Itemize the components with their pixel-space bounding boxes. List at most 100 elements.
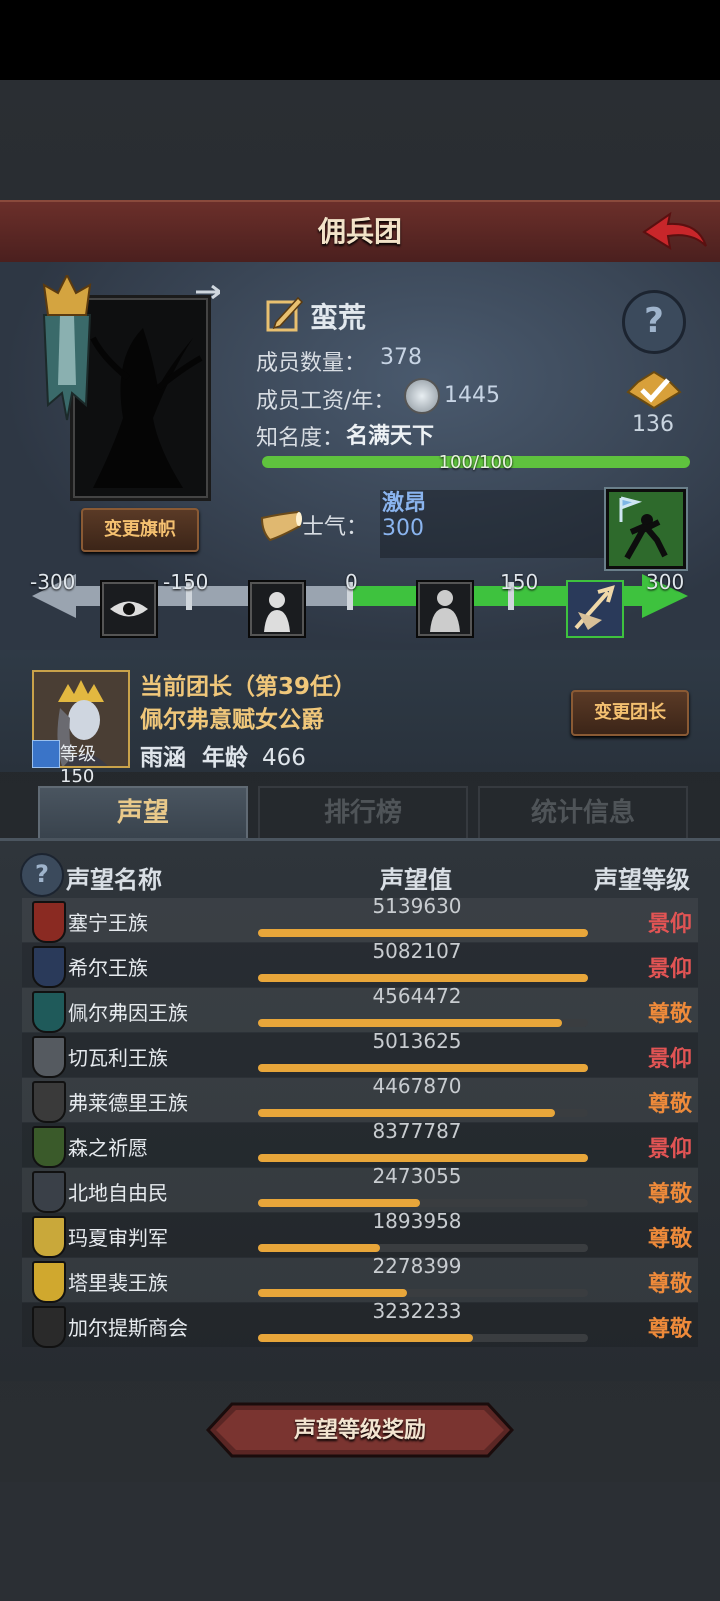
sword-icon (32, 740, 60, 768)
reputation-grade: 景仰 (647, 1047, 692, 1072)
table-row[interactable]: 希尔王族 5082107 景仰 (22, 939, 698, 988)
reputation-bar-fill (258, 929, 588, 937)
reputation-value: 2473055 (372, 1164, 462, 1188)
faction-name: 加尔提斯商会 (68, 1316, 188, 1340)
bottom-area (0, 1482, 720, 1601)
morale-status: 激昂 (382, 491, 427, 516)
scale-tick-0: -300 (30, 570, 76, 594)
back-arrow-icon (642, 211, 707, 251)
faction-crest-icon (32, 1126, 66, 1168)
faction-crest-icon (32, 946, 66, 988)
faction-crest-icon (32, 1036, 66, 1078)
reputation-grade: 景仰 (647, 957, 692, 982)
status-bar-area (0, 0, 720, 80)
reputation-bar-fill (258, 974, 588, 982)
reputation-bar-fill (258, 1244, 380, 1252)
banner-ornament-icon (36, 272, 98, 425)
table-row[interactable]: 塞宁王族 5139630 景仰 (22, 894, 698, 943)
faction-name: 塞宁王族 (68, 911, 148, 935)
members-value: 378 (380, 345, 422, 370)
reputation-rows: 塞宁王族 5139630 景仰 希尔王族 5082107 景仰 佩尔弗因王族 4564472 尊… (0, 894, 720, 1358)
salary-value: 1445 (444, 383, 500, 408)
reputation-bar-fill (258, 1154, 588, 1162)
change-flag-button[interactable]: 变更旗帜 (81, 508, 199, 552)
table-row[interactable]: 佩尔弗因王族 4564472 尊敬 (22, 984, 698, 1033)
badge-count: 136 (632, 412, 674, 437)
morale-value: 300 (382, 516, 424, 541)
morale-label: 士气： (302, 515, 369, 540)
reputation-grade: 尊敬 (647, 1092, 692, 1117)
reputation-value: 3232233 (372, 1299, 462, 1323)
help-icon[interactable]: ? (622, 290, 686, 354)
high-spirit-stage-icon (566, 580, 624, 638)
tab-statistics[interactable]: 统计信息 (478, 786, 688, 840)
salary-label: 成员工资/年： (256, 389, 396, 414)
reputation-grade: 尊敬 (647, 1182, 692, 1207)
table-row[interactable]: 弗莱德里王族 4467870 尊敬 (22, 1074, 698, 1123)
reputation-grade: 尊敬 (647, 1227, 692, 1252)
faction-crest-icon (32, 1081, 66, 1123)
silver-coin-icon (404, 378, 440, 414)
flag-pole-tip-icon (196, 285, 220, 299)
edit-name-icon[interactable] (266, 294, 304, 332)
table-row[interactable]: 森之祈愿 8377787 景仰 (22, 1119, 698, 1168)
reputation-bar-fill (258, 1334, 473, 1342)
faction-name: 塔里裴王族 (68, 1271, 168, 1295)
faction-crest-icon (32, 1216, 66, 1258)
leader-title: 当前团长（第39任） (140, 674, 357, 700)
leader-level: 等级150 (60, 744, 96, 787)
table-row[interactable]: 切瓦利王族 5013625 景仰 (22, 1029, 698, 1078)
scale-tick-3: 150 (500, 570, 539, 594)
faction-crest-icon (32, 1306, 66, 1348)
reputation-value: 4564472 (372, 984, 462, 1008)
change-leader-button[interactable]: 变更团长 (571, 690, 689, 736)
header-name: 声望名称 (66, 866, 162, 894)
table-row[interactable]: 加尔提斯商会 3232233 尊敬 (22, 1299, 698, 1348)
table-row[interactable]: 玛夏审判军 1893958 尊敬 (22, 1209, 698, 1258)
despair-stage-icon (248, 580, 306, 638)
reward-button-label: 声望等级奖励 (293, 1418, 426, 1443)
reputation-grade: 尊敬 (647, 1272, 692, 1297)
fame-value: 名满天下 (346, 424, 435, 449)
faction-crest-icon (32, 1261, 66, 1303)
age-value: 466 (262, 745, 306, 771)
faction-name: 切瓦利王族 (68, 1046, 168, 1070)
reputation-value: 8377787 (372, 1119, 462, 1143)
reputation-bar-fill (258, 1019, 562, 1027)
scale-tick-2: 0 (345, 570, 358, 594)
reputation-grade: 景仰 (647, 1137, 692, 1162)
eye-stage-icon (100, 580, 158, 638)
tab-ranking[interactable]: 排行榜 (258, 786, 468, 840)
achievement-badge-icon[interactable] (624, 368, 684, 416)
scale-tick-4: 300 (646, 570, 685, 594)
calm-stage-icon (416, 580, 474, 638)
reputation-bar-fill (258, 1289, 407, 1297)
table-row[interactable]: 北地自由民 2473055 尊敬 (22, 1164, 698, 1213)
back-button[interactable] (640, 210, 710, 254)
reputation-grade: 景仰 (647, 912, 692, 937)
fame-label: 知名度： (256, 426, 345, 451)
band-name: 蛮荒 (310, 301, 367, 334)
scale-tick-1: -150 (163, 570, 209, 594)
reputation-value: 1893958 (372, 1209, 462, 1233)
faction-name: 佩尔弗因王族 (68, 1001, 188, 1025)
reputation-bar-fill (258, 1109, 555, 1117)
help-icon[interactable]: ? (20, 853, 64, 897)
leader-age-line: 雨涵 年龄 466 (140, 738, 306, 772)
horn-icon (260, 510, 302, 544)
page-title: 佣兵团 (317, 215, 402, 248)
faction-name: 北地自由民 (68, 1181, 168, 1205)
tab-reputation[interactable]: 声望 (38, 786, 248, 838)
reputation-grade: 尊敬 (647, 1002, 692, 1027)
reputation-bar-fill (258, 1199, 420, 1207)
reputation-grade: 尊敬 (647, 1317, 692, 1342)
reputation-bar-fill (258, 1064, 588, 1072)
table-row[interactable]: 塔里裴王族 2278399 尊敬 (22, 1254, 698, 1303)
leader-level-badge: 等级150 (32, 740, 130, 787)
faction-crest-icon (32, 1171, 66, 1213)
faction-name: 弗莱德里王族 (68, 1091, 188, 1115)
faction-name: 森之祈愿 (68, 1136, 148, 1160)
reputation-value: 5082107 (372, 939, 462, 963)
charge-icon (606, 489, 686, 569)
reputation-value: 4467870 (372, 1074, 462, 1098)
